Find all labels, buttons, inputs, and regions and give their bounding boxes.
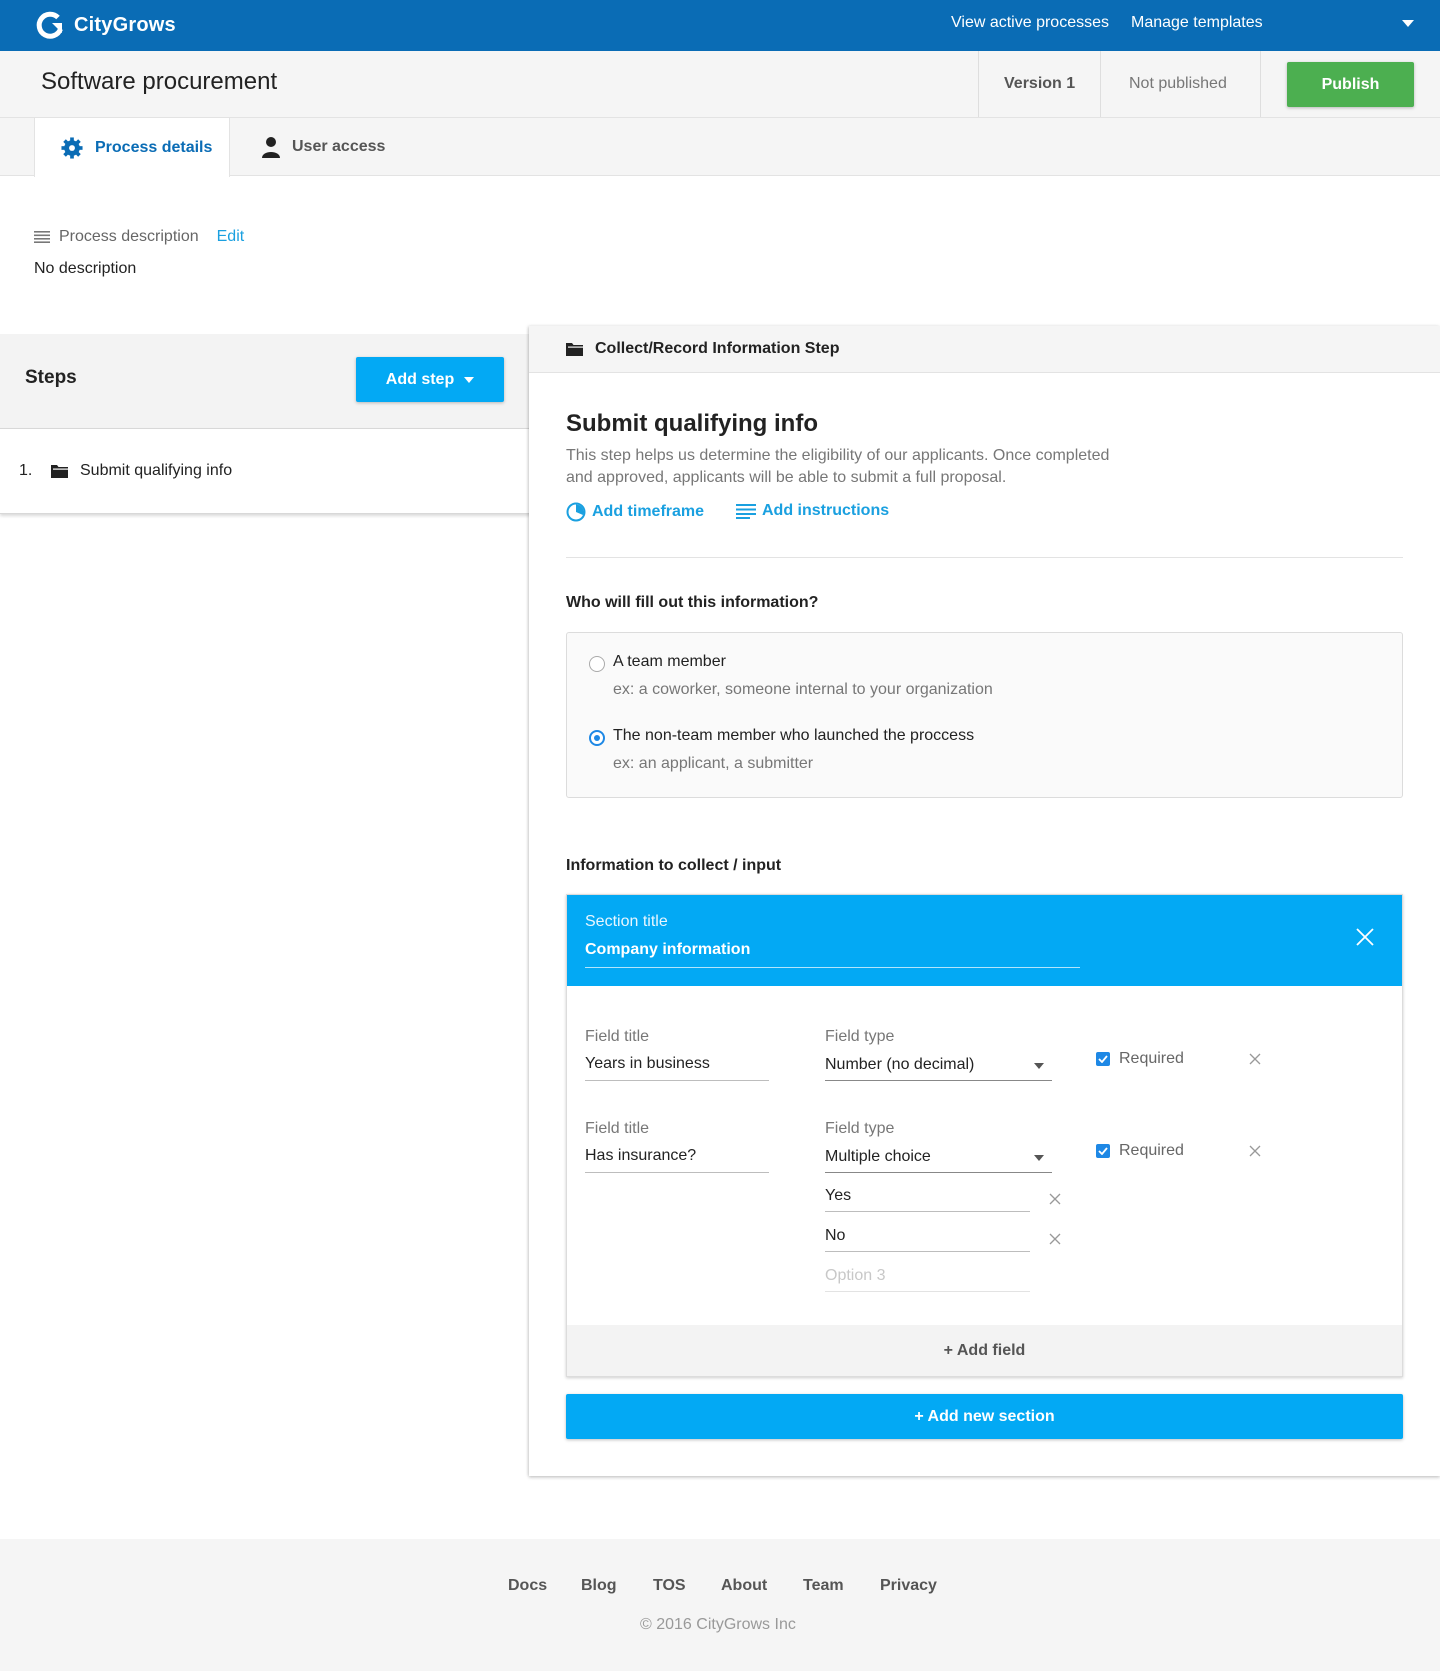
field-title-input[interactable]: Has insurance?	[585, 1147, 696, 1165]
checkbox-checked-icon[interactable]	[1096, 1144, 1110, 1158]
field-type-label: Field type	[825, 1028, 895, 1045]
step-name: Submit qualifying info	[80, 462, 233, 479]
title-bar-divider	[1100, 51, 1101, 117]
footer-link-team[interactable]: Team	[803, 1577, 844, 1595]
folder-icon	[566, 342, 583, 356]
chevron-down-icon[interactable]	[1034, 1063, 1044, 1069]
who-fills-options: A team member ex: a coworker, someone in…	[566, 632, 1403, 798]
title-bar-divider	[1260, 51, 1261, 117]
clock-icon	[566, 502, 586, 522]
edit-description-link[interactable]: Edit	[217, 228, 245, 246]
info-to-collect-label: Information to collect / input	[566, 857, 782, 874]
required-checkbox[interactable]: Required	[1096, 1142, 1184, 1160]
process-description-label: Process description Edit	[34, 228, 244, 246]
tab-process-details[interactable]: Process details	[34, 118, 230, 177]
footer-link-docs[interactable]: Docs	[508, 1577, 547, 1595]
field-type-select[interactable]: Multiple choice	[825, 1148, 931, 1166]
option-input[interactable]: No	[825, 1227, 845, 1245]
step-description[interactable]: This step helps us determine the eligibi…	[566, 445, 1126, 489]
step-type-header: Collect/Record Information Step	[529, 326, 1440, 373]
add-field-button[interactable]: + Add field	[567, 1325, 1402, 1376]
top-nav: CityGrows View active processes Manage t…	[0, 0, 1440, 51]
add-step-button[interactable]: Add step	[356, 357, 504, 402]
user-icon	[262, 136, 280, 158]
publish-status: Not published	[1129, 75, 1227, 92]
lines-icon	[34, 231, 50, 243]
select-underline	[825, 1080, 1052, 1081]
input-underline	[585, 1172, 769, 1173]
field-title-label: Field title	[585, 1120, 650, 1137]
new-option-input[interactable]: Option 3	[825, 1267, 885, 1285]
section-title-label: Section title	[585, 913, 668, 930]
folder-icon	[51, 464, 68, 478]
radio-unchecked-icon[interactable]	[589, 656, 605, 672]
step-number: 1.	[19, 462, 33, 479]
add-instructions-link[interactable]: Add instructions	[736, 502, 889, 520]
input-underline	[585, 1080, 769, 1081]
footer-link-privacy[interactable]: Privacy	[880, 1577, 937, 1595]
steps-header: Steps Add step	[0, 334, 529, 428]
footer-link-tos[interactable]: TOS	[653, 1577, 686, 1595]
lines-icon	[736, 503, 756, 519]
divider	[566, 557, 1403, 558]
remove-option-icon[interactable]	[1049, 1193, 1061, 1205]
who-fills-label: Who will fill out this information?	[566, 594, 819, 611]
publish-button[interactable]: Publish	[1287, 62, 1414, 107]
remove-field-icon[interactable]	[1249, 1145, 1261, 1157]
remove-field-icon[interactable]	[1249, 1053, 1261, 1065]
required-checkbox[interactable]: Required	[1096, 1050, 1184, 1068]
footer-link-blog[interactable]: Blog	[581, 1577, 617, 1595]
nav-manage-templates[interactable]: Manage templates	[1131, 14, 1263, 32]
footer-link-about[interactable]: About	[721, 1577, 767, 1595]
tab-label: User access	[292, 138, 386, 155]
step-detail-panel: Collect/Record Information Step Submit q…	[529, 326, 1440, 1476]
title-bar: Software procurement Version 1 Not publi…	[0, 51, 1440, 118]
copyright: © 2016 CityGrows Inc	[640, 1616, 796, 1633]
account-dropdown-icon[interactable]	[1402, 20, 1414, 27]
tab-user-access[interactable]: User access	[262, 118, 385, 176]
gear-icon	[61, 136, 83, 159]
close-icon[interactable]	[1355, 927, 1375, 947]
footer: Docs Blog TOS About Team Privacy © 2016 …	[0, 1539, 1440, 1671]
step-name-heading[interactable]: Submit qualifying info	[566, 410, 818, 438]
tab-bar: Process details User access	[0, 118, 1440, 177]
nav-view-active-processes[interactable]: View active processes	[951, 14, 1109, 32]
section-title-input[interactable]: Company information	[585, 941, 750, 959]
radio-checked-icon[interactable]	[589, 730, 605, 746]
field-type-select[interactable]: Number (no decimal)	[825, 1056, 974, 1074]
option-input[interactable]: Yes	[825, 1187, 851, 1205]
citygrows-logo-icon	[34, 9, 66, 41]
tab-label: Process details	[95, 138, 213, 156]
checkbox-checked-icon[interactable]	[1096, 1052, 1110, 1066]
steps-title: Steps	[25, 367, 77, 388]
field-type-label: Field type	[825, 1120, 895, 1137]
brand-name: CityGrows	[74, 13, 176, 36]
section-card: Section title Company information Field …	[566, 894, 1403, 1377]
process-description-value: No description	[34, 260, 137, 277]
page-title: Software procurement	[41, 68, 278, 95]
option-underline	[825, 1211, 1030, 1212]
chevron-down-icon[interactable]	[1034, 1155, 1044, 1161]
version-label: Version 1	[1004, 75, 1076, 92]
step-item[interactable]: 1. Submit qualifying info	[0, 428, 531, 514]
add-new-section-button[interactable]: + Add new section	[566, 1394, 1403, 1439]
section-title-underline	[585, 967, 1080, 968]
section-header: Section title Company information	[567, 895, 1402, 986]
remove-option-icon[interactable]	[1049, 1233, 1061, 1245]
option-underline	[825, 1291, 1030, 1292]
select-underline	[825, 1172, 1052, 1173]
option-underline	[825, 1251, 1030, 1252]
field-title-label: Field title	[585, 1028, 650, 1045]
field-title-input[interactable]: Years in business	[585, 1055, 710, 1073]
brand-logo[interactable]: CityGrows	[34, 9, 176, 41]
chevron-down-icon	[464, 376, 475, 383]
add-timeframe-link[interactable]: Add timeframe	[566, 502, 704, 522]
title-bar-divider	[978, 51, 979, 117]
